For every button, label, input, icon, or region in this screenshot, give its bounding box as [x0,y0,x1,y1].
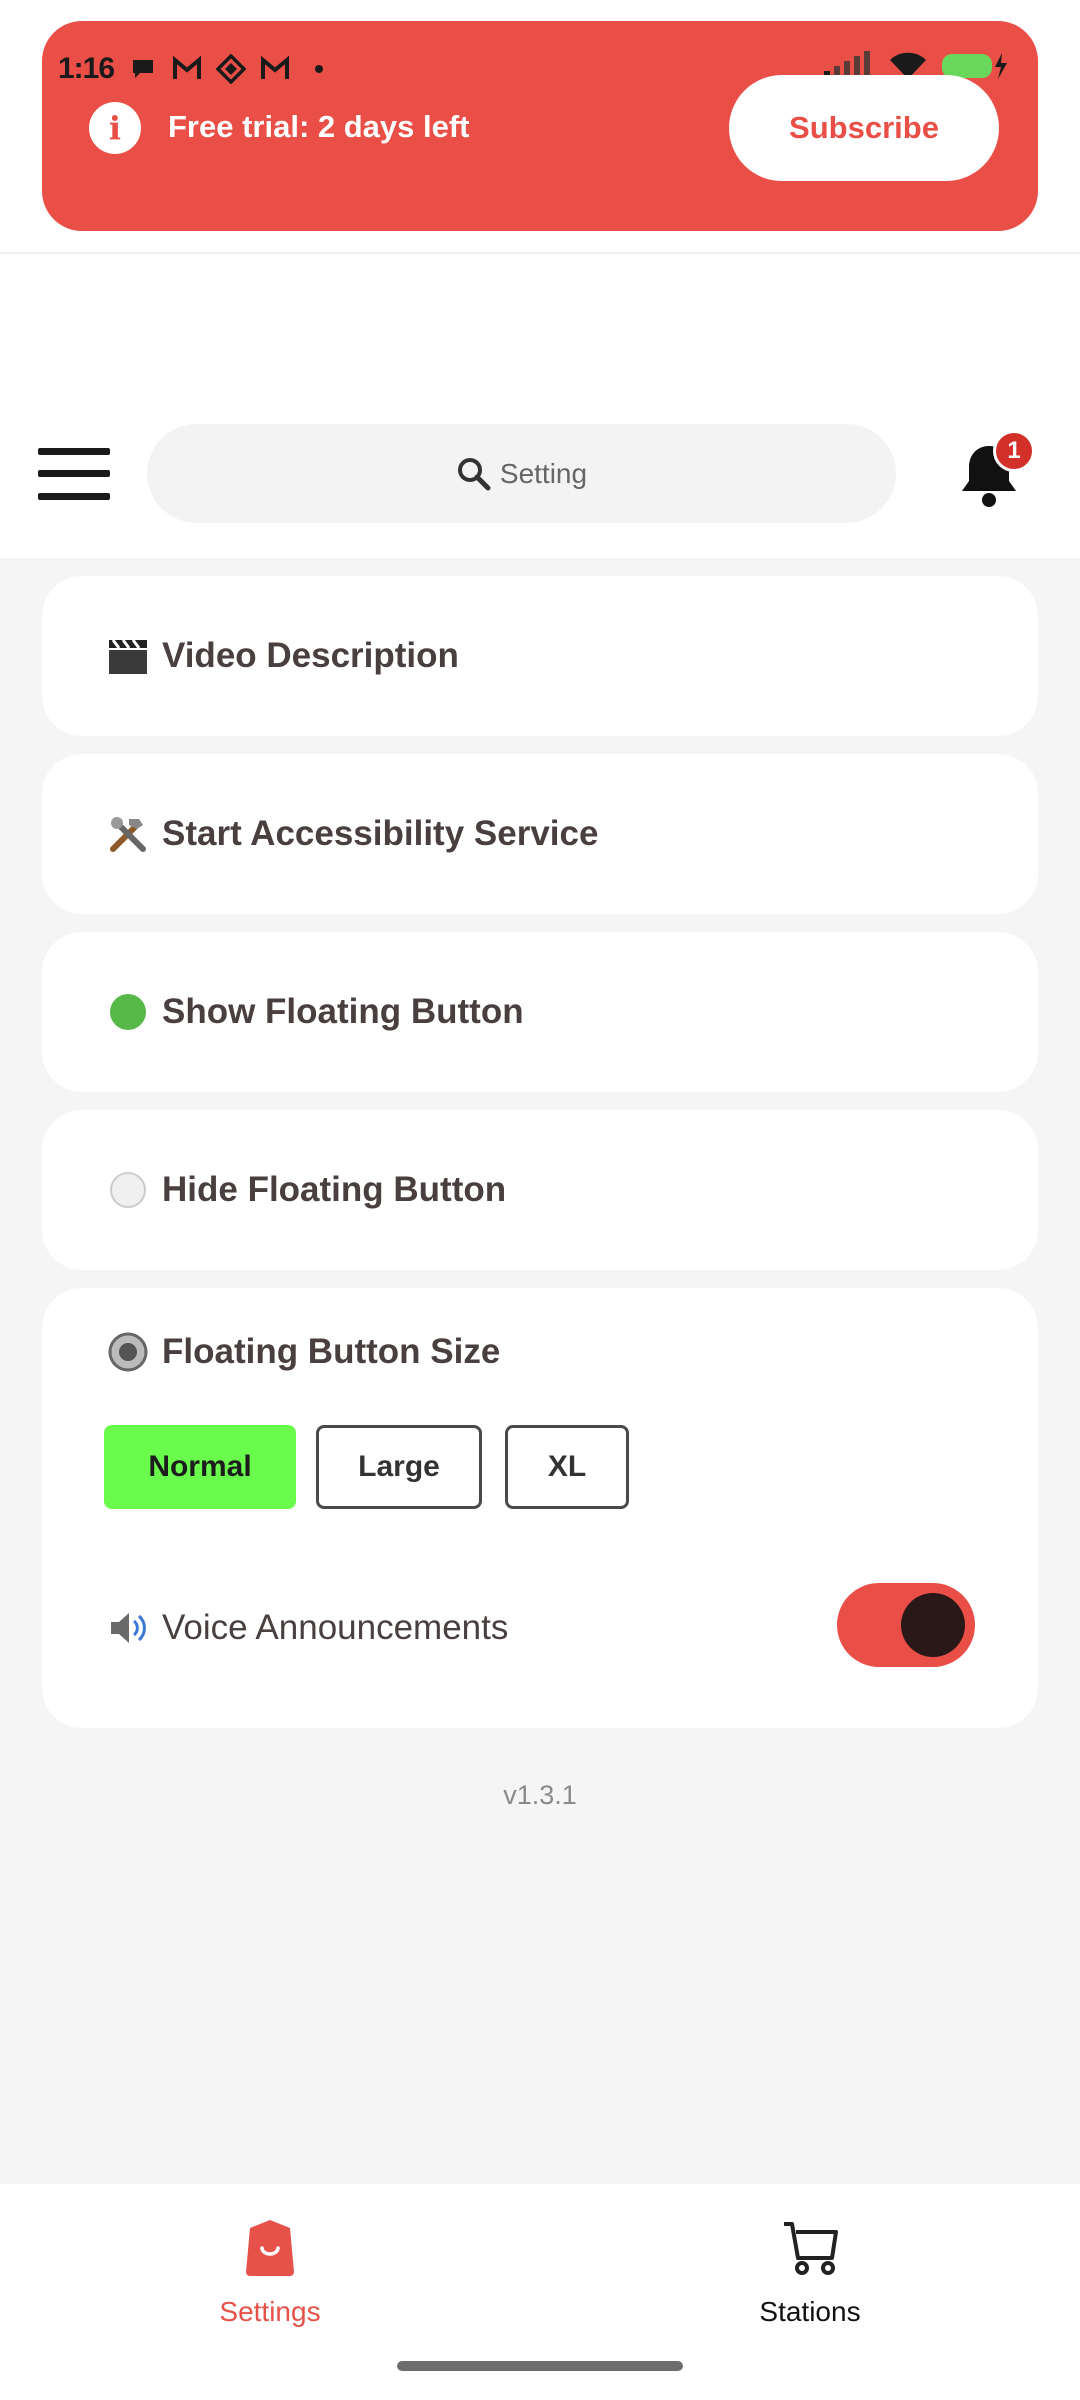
start-accessibility-service-item[interactable]: Start Accessibility Service [42,754,1038,914]
gmail-icon [260,54,290,84]
toggle-knob [901,1593,965,1657]
nav-label: Settings [219,2296,321,2327]
speaker-icon [106,1606,150,1650]
size-option-xl[interactable]: XL [505,1425,629,1509]
voice-announcements-toggle[interactable] [837,1583,975,1667]
more-notifications-dot-icon [304,54,334,84]
green-circle-icon [106,990,150,1034]
size-section-title: Floating Button Size [106,1330,500,1374]
hamburger-menu-icon[interactable] [38,448,110,500]
menu-item-label: Start Accessibility Service [162,814,599,853]
nav-label: Stations [759,2296,861,2327]
status-time: 1:16 [58,52,115,85]
clapper-icon [106,634,150,678]
trial-message: Free trial: 2 days left [168,109,470,144]
info-icon: i [89,102,141,154]
floating-button-size-card: Floating Button Size Normal Large XL Voi… [42,1288,1038,1728]
gmail-icon [172,54,202,84]
hide-floating-button-item[interactable]: Hide Floating Button [42,1110,1038,1270]
size-option-normal[interactable]: Normal [104,1425,296,1509]
home-indicator[interactable] [397,2361,683,2371]
video-description-item[interactable]: Video Description [42,576,1038,736]
tools-icon [106,812,150,856]
chat-icon [128,54,158,84]
menu-item-label: Hide Floating Button [162,1170,507,1209]
divider [0,252,1080,254]
nav-stations[interactable]: Stations [680,2206,940,2328]
cart-icon [784,2222,838,2275]
search-icon [457,457,491,490]
app-diamond-icon [216,54,247,84]
search-input[interactable]: Setting [147,424,896,523]
shopping-bag-icon [246,2220,294,2276]
search-placeholder: Setting [499,457,588,489]
version-label: v1.3.1 [503,1780,577,1810]
menu-item-label: Show Floating Button [162,992,524,1031]
white-circle-icon [106,1168,150,1212]
voice-announcements-row: Voice Announcements [106,1606,508,1650]
size-title-text: Floating Button Size [162,1332,501,1371]
voice-label: Voice Announcements [162,1608,509,1647]
notification-badge: 1 [993,430,1035,472]
nav-settings[interactable]: Settings [140,2206,400,2328]
trial-banner: 1:16 i Free trial: 2 days left Subscribe [42,21,1038,231]
size-option-large[interactable]: Large [316,1425,482,1509]
menu-item-label: Video Description [162,636,459,675]
radio-button-icon [106,1330,150,1374]
show-floating-button-item[interactable]: Show Floating Button [42,932,1038,1092]
subscribe-button[interactable]: Subscribe [729,75,999,181]
status-bar: 1:16 [58,49,334,89]
